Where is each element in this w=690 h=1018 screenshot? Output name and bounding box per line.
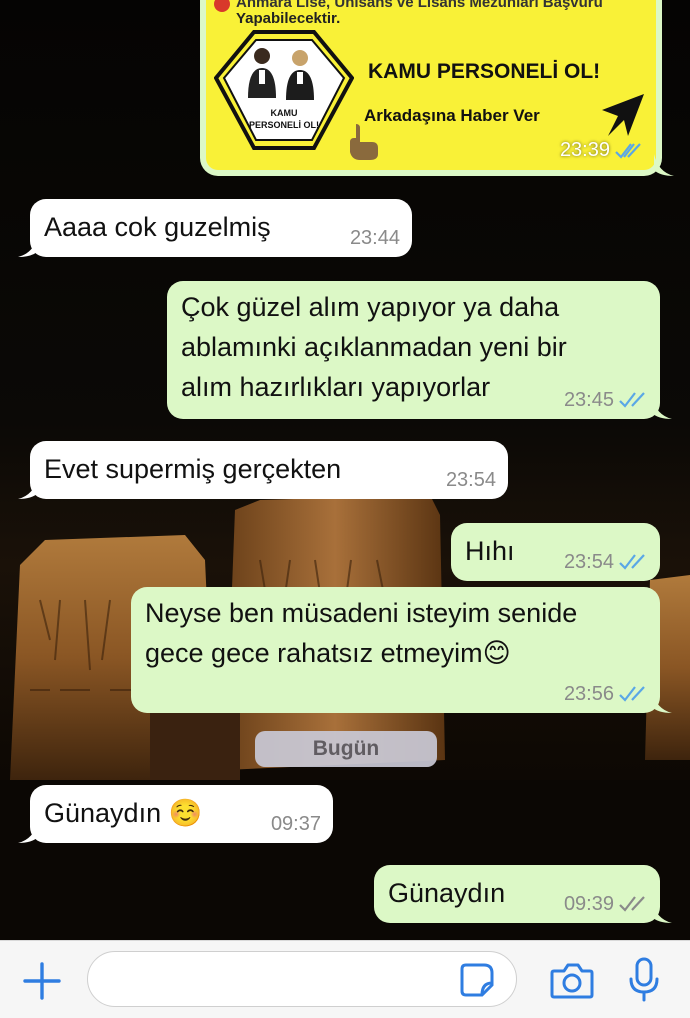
image-text-line2: Yapabilecektir. xyxy=(236,10,341,27)
message-time: 09:39 xyxy=(563,893,614,915)
bubble-tail xyxy=(652,397,672,419)
message-text: Aaaa cok guzelmiş xyxy=(44,212,271,242)
message-input[interactable] xyxy=(87,951,517,1007)
camera-icon[interactable] xyxy=(550,961,594,999)
pointing-hand-icon xyxy=(350,124,378,160)
plus-icon[interactable] xyxy=(22,961,62,1001)
message-time: 23:54 xyxy=(563,551,614,573)
arrow-icon xyxy=(602,94,644,136)
message-bubble-outgoing[interactable]: Neyse ben müsadeni isteyim senide gece g… xyxy=(131,587,672,713)
bubble-tail xyxy=(652,691,672,713)
message-time: 23:44 xyxy=(349,227,400,249)
read-ticks-icon xyxy=(615,142,641,159)
message-time: 23:45 xyxy=(563,389,614,411)
message-input-bar xyxy=(0,940,690,1018)
message-meta: 23:45 xyxy=(564,389,648,411)
message-meta: 09:37 xyxy=(271,813,321,835)
message-text-line: Çok güzel alım yapıyor ya daha xyxy=(181,292,560,322)
read-ticks-icon xyxy=(619,686,645,702)
image-subtitle: Arkadaşına Haber Ver xyxy=(364,106,540,125)
read-ticks-icon xyxy=(619,554,645,570)
image-message-card[interactable]: Anmara Lise, Ünisans ve Lisans Mezunları… xyxy=(206,0,656,170)
image-message-bubble[interactable]: Anmara Lise, Ünisans ve Lisans Mezunları… xyxy=(200,0,674,176)
read-ticks-icon xyxy=(619,392,645,408)
message-text: Evet supermiş gerçekten xyxy=(44,454,342,484)
red-dot-icon xyxy=(214,0,230,12)
message-bubble-incoming[interactable]: Aaaa cok guzelmiş 23:44 xyxy=(18,199,412,257)
microphone-icon[interactable] xyxy=(628,957,660,1003)
message-text-line: gece gece rahatsız etmeyim😊 xyxy=(145,638,511,668)
image-message-meta: 23:39 xyxy=(560,139,644,162)
badge-text-1: KAMU xyxy=(271,108,298,118)
chat-area[interactable]: Anmara Lise, Ünisans ve Lisans Mezunları… xyxy=(0,0,690,940)
message-meta: 23:44 xyxy=(350,227,400,249)
message-bubble-outgoing[interactable]: Çok güzel alım yapıyor ya daha ablamınki… xyxy=(167,281,672,419)
bubble-tail xyxy=(654,154,674,176)
kamu-personeli-badge-logo: KAMU PERSONELİ OL! xyxy=(213,28,355,163)
badge-text-2: PERSONELİ OL! xyxy=(249,120,319,130)
message-time: 23:56 xyxy=(563,683,614,705)
message-text-line: ablamınki açıklanmadan yeni bir xyxy=(181,332,567,362)
message-bubble-outgoing[interactable]: Hıhı 23:54 xyxy=(451,523,660,581)
message-meta: 23:56 xyxy=(564,683,648,705)
message-bubble-outgoing[interactable]: Günaydın 09:39 xyxy=(374,865,672,923)
bubble-tail xyxy=(18,477,38,499)
message-bubble-incoming[interactable]: Evet supermiş gerçekten 23:54 xyxy=(18,441,508,499)
bubble-tail xyxy=(652,901,672,923)
bubble-tail xyxy=(18,821,38,843)
message-bubble-incoming[interactable]: Günaydın ☺️ 09:37 xyxy=(18,785,333,843)
message-time: 09:37 xyxy=(270,813,321,835)
date-separator: Bugün xyxy=(255,731,437,767)
message-meta: 23:54 xyxy=(446,469,496,491)
image-title: KAMU PERSONELİ OL! xyxy=(368,60,601,83)
message-text-line: Neyse ben müsadeni isteyim senide xyxy=(145,598,578,628)
sticker-icon[interactable] xyxy=(460,961,496,997)
delivered-ticks-icon xyxy=(619,896,645,912)
message-time: 23:54 xyxy=(445,469,496,491)
message-time: 23:39 xyxy=(559,139,610,161)
message-meta: 23:54 xyxy=(564,551,648,573)
message-meta: 09:39 xyxy=(564,893,648,915)
bubble-tail xyxy=(18,235,38,257)
